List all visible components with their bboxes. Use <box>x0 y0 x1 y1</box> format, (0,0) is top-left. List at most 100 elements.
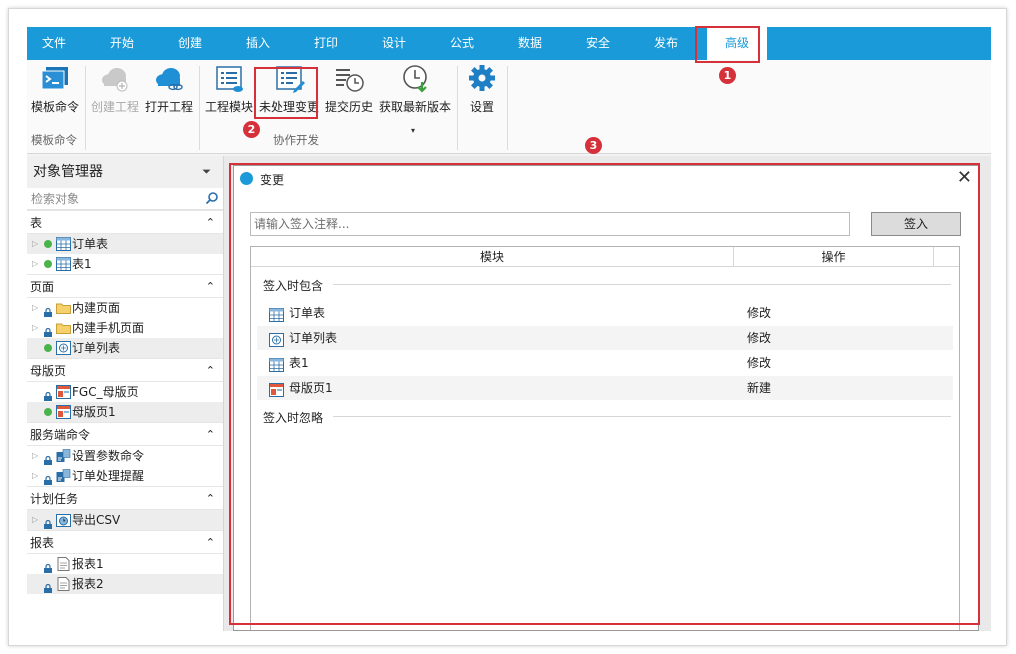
tab-data[interactable]: 数据 <box>503 27 557 60</box>
pin-icon[interactable]: ⏷ <box>202 156 211 188</box>
tree-item[interactable]: ▷ 内建手机页面 <box>27 318 223 338</box>
master-icon <box>56 405 71 419</box>
report-icon <box>56 577 71 591</box>
cloud-link-icon <box>156 68 183 91</box>
tab-insert[interactable]: 插入 <box>231 27 285 60</box>
tab-create[interactable]: 创建 <box>163 27 217 60</box>
tree-section-label: 母版页 <box>30 364 67 378</box>
tree-item-label: 订单表 <box>72 237 109 251</box>
expand-arrow-icon[interactable]: ▷ <box>32 234 38 254</box>
tree-item[interactable]: ▷ 导出CSV <box>27 510 223 530</box>
screenshot-frame: 文件 开始 创建 插入 打印 设计 公式 数据 安全 发布 高级 模板命令 创建… <box>8 8 1007 646</box>
tab-print[interactable]: 打印 <box>299 27 353 60</box>
expand-arrow-icon[interactable]: ▷ <box>32 466 38 486</box>
tree-section-label: 页面 <box>30 280 55 294</box>
tree-section-label: 服务端命令 <box>30 428 91 442</box>
tree-section-header[interactable]: 页面 ⌃ <box>27 274 223 298</box>
tree-item[interactable]: ▷ 表1 <box>27 254 223 274</box>
chevron-up-icon[interactable]: ⌃ <box>206 211 215 235</box>
chevron-up-icon[interactable]: ⌃ <box>206 423 215 447</box>
tab-design[interactable]: 设计 <box>367 27 421 60</box>
cloud-add-icon <box>102 68 128 92</box>
expand-arrow-icon[interactable]: ▷ <box>32 298 38 318</box>
ribbon-separator <box>507 66 508 150</box>
report-icon <box>56 557 71 571</box>
chevron-up-icon[interactable]: ⌃ <box>206 275 215 299</box>
template-command-icon <box>41 67 68 90</box>
table-icon <box>56 257 71 271</box>
folder-icon <box>56 301 71 315</box>
folder-icon <box>56 321 71 335</box>
tree-section-header[interactable]: 服务端命令 ⌃ <box>27 422 223 446</box>
command-icon <box>56 469 71 483</box>
chevron-up-icon[interactable]: ⌃ <box>206 531 215 555</box>
object-tree: 表 ⌃ ▷ 订单表 ▷ 表1 页面 ⌃ ▷ 内建页面 ▷ 内建手机页面 订单列表 母版页 ⌃ FGC_母版页母… <box>27 210 223 594</box>
project-module-button[interactable]: 工程模块 <box>203 64 255 122</box>
tree-item[interactable]: 订单列表 <box>27 338 223 358</box>
tree-item-label: 导出CSV <box>72 513 121 527</box>
tab-file[interactable]: 文件 <box>27 27 81 60</box>
tab-home[interactable]: 开始 <box>95 27 149 60</box>
history-icon <box>336 69 364 92</box>
dropdown-arrow-icon[interactable]: ▾ <box>411 126 415 135</box>
tree-item[interactable]: 报表1 <box>27 554 223 574</box>
object-manager-header: 对象管理器 ⏷ <box>27 156 223 188</box>
clock-download-icon <box>403 65 427 93</box>
settings-label: 设置 <box>469 100 494 114</box>
tree-section-header[interactable]: 计划任务 ⌃ <box>27 486 223 510</box>
expand-arrow-icon[interactable]: ▷ <box>32 318 38 338</box>
commit-history-button[interactable]: 提交历史 <box>323 64 375 122</box>
ribbon-tab-bar: 文件 开始 创建 插入 打印 设计 公式 数据 安全 发布 高级 <box>27 27 991 60</box>
tree-item-label: 母版页1 <box>72 405 116 419</box>
ribbon-separator <box>457 66 458 150</box>
highlight-dialog <box>229 163 980 625</box>
tree-section-label: 表 <box>30 216 43 230</box>
get-latest-label: 获取最新版本 <box>378 100 451 114</box>
checked-in-icon <box>44 344 52 352</box>
lock-icon <box>44 451 52 465</box>
tree-item[interactable]: 报表2 <box>27 574 223 594</box>
tree-section-label: 报表 <box>30 536 55 550</box>
tree-item-label: 报表2 <box>72 577 104 591</box>
chevron-up-icon[interactable]: ⌃ <box>206 487 215 511</box>
expand-arrow-icon[interactable]: ▷ <box>32 446 38 466</box>
group-label-collab: 协作开发 <box>273 133 319 147</box>
tree-item[interactable]: ▷ 订单表 <box>27 234 223 254</box>
tree-section-header[interactable]: 母版页 ⌃ <box>27 358 223 382</box>
tree-item-label: 设置参数命令 <box>72 449 145 463</box>
tree-item[interactable]: 母版页1 <box>27 402 223 422</box>
template-command-button[interactable]: 模板命令 <box>29 64 81 122</box>
table-icon <box>56 237 71 251</box>
annotation-badge-1: 1 <box>719 67 736 84</box>
tree-item-label: FGC_母版页 <box>72 385 139 399</box>
master-icon <box>56 385 71 399</box>
annotation-badge-3: 3 <box>585 137 602 154</box>
tree-item[interactable]: ▷ 设置参数命令 <box>27 446 223 466</box>
tree-section-header[interactable]: 报表 ⌃ <box>27 530 223 554</box>
search-icon[interactable] <box>205 191 219 205</box>
object-manager-title: 对象管理器 <box>33 164 103 180</box>
tree-item[interactable]: ▷ 内建页面 <box>27 298 223 318</box>
tree-item[interactable]: ▷ 订单处理提醒 <box>27 466 223 486</box>
settings-button[interactable]: 设置 <box>459 64 505 122</box>
tree-section-header[interactable]: 表 ⌃ <box>27 210 223 234</box>
chevron-up-icon[interactable]: ⌃ <box>206 359 215 383</box>
object-manager-panel: 对象管理器 ⏷ 检索对象 表 ⌃ ▷ 订单表 ▷ 表1 页面 ⌃ ▷ 内建页面 ▷ 内建手机页面 订单列… <box>27 156 224 631</box>
tab-formula[interactable]: 公式 <box>435 27 489 60</box>
tree-item-label: 表1 <box>72 257 92 271</box>
tree-item-label: 内建页面 <box>72 301 121 315</box>
expand-arrow-icon[interactable]: ▷ <box>32 510 38 530</box>
tree-item[interactable]: FGC_母版页 <box>27 382 223 402</box>
commit-history-label: 提交历史 <box>324 100 373 114</box>
tab-publish[interactable]: 发布 <box>639 27 693 60</box>
lock-icon <box>44 515 52 529</box>
open-project-button[interactable]: 打开工程 <box>143 64 195 122</box>
lock-icon <box>44 471 52 485</box>
get-latest-button[interactable]: 获取最新版本 ▾ <box>377 64 453 135</box>
tab-security[interactable]: 安全 <box>571 27 625 60</box>
expand-arrow-icon[interactable]: ▷ <box>32 254 38 274</box>
create-project-button[interactable]: 创建工程 <box>89 64 141 122</box>
command-icon <box>56 449 71 463</box>
object-search-input[interactable]: 检索对象 <box>27 188 223 210</box>
gear-icon <box>469 65 495 91</box>
